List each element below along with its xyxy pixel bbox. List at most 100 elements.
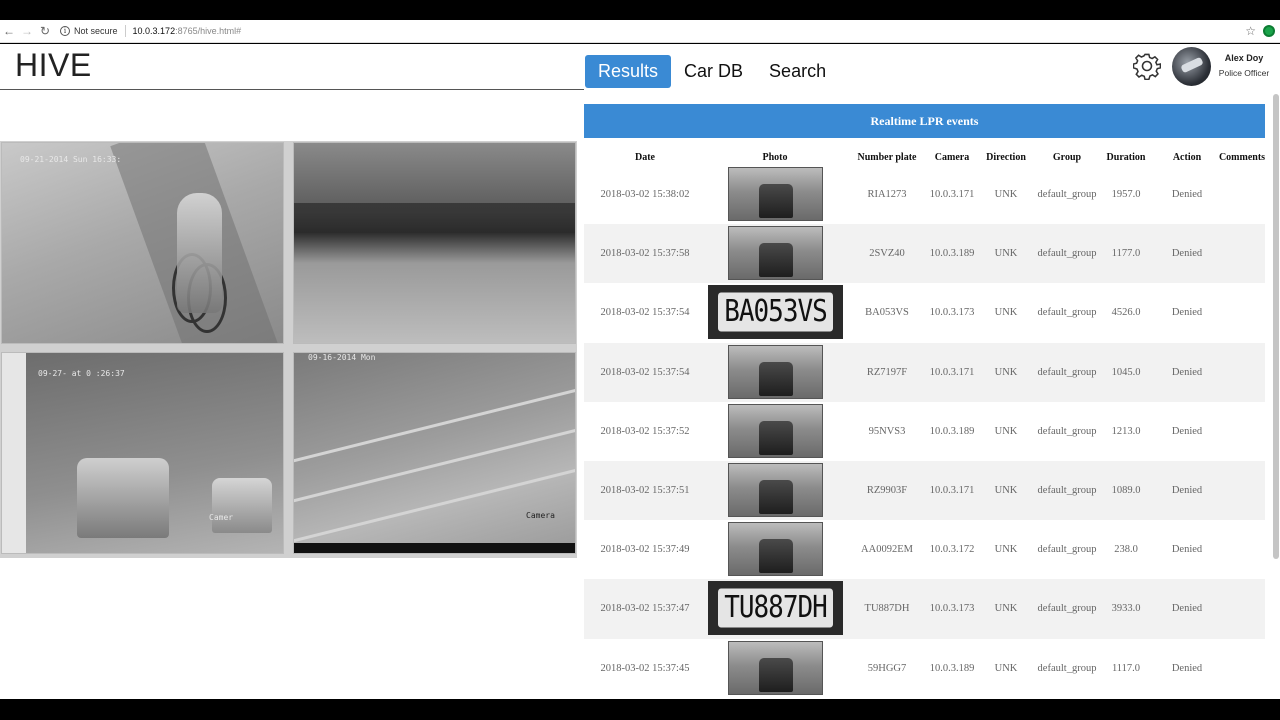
cell-number-plate: TU887DH bbox=[864, 603, 910, 615]
car-photo-thumbnail[interactable] bbox=[728, 522, 823, 577]
col-group[interactable]: Group bbox=[1038, 152, 1096, 163]
cell-direction: UNK bbox=[994, 189, 1018, 200]
table-row[interactable]: 2018-03-02 15:37:52 95NVS3 10.0.3.189 UNK de… bbox=[584, 401, 1268, 461]
cell-action: Denied bbox=[1171, 425, 1203, 437]
cell-number-plate: BA053VS bbox=[865, 307, 909, 319]
col-action[interactable]: Action bbox=[1162, 152, 1212, 163]
cell-action: Denied bbox=[1171, 189, 1203, 200]
cell-action: Denied bbox=[1171, 485, 1203, 496]
cell-action: Denied bbox=[1171, 307, 1203, 319]
table-row[interactable]: 2018-03-02 15:37:47 TU887DH 10.0.3.173 UNK d… bbox=[584, 579, 1265, 639]
cell-group: default_group bbox=[1037, 485, 1097, 496]
page-scrollbar[interactable] bbox=[1273, 94, 1279, 559]
col-camera[interactable]: Camera bbox=[927, 152, 977, 163]
table-row[interactable]: 2018-03-02 15:37:51 RZ9903F 10.0.3.171 UNK d… bbox=[584, 461, 1268, 521]
tab-car-db[interactable]: Car DB bbox=[671, 55, 756, 88]
cell-number-plate: 59HGG7 bbox=[867, 662, 907, 674]
cell-group: default_group bbox=[1037, 425, 1097, 437]
car-photo-thumbnail[interactable] bbox=[728, 640, 823, 695]
col-comments[interactable]: Comments bbox=[1216, 152, 1268, 163]
url-path: :8765/hive.html# bbox=[175, 26, 242, 36]
camera-feed-2[interactable] bbox=[293, 142, 576, 344]
cell-action: Denied bbox=[1171, 248, 1203, 260]
url-host: 10.0.3.172 bbox=[132, 26, 176, 36]
star-icon[interactable]: ☆ bbox=[1245, 24, 1256, 38]
cell-camera: 10.0.3.189 bbox=[929, 248, 975, 260]
address-divider bbox=[124, 25, 126, 37]
cell-comments bbox=[1216, 343, 1268, 402]
table-row[interactable]: 2018-03-02 15:38:02 RIA1273 10.0.3.171 UNK d… bbox=[584, 165, 1268, 225]
security-indicator[interactable]: i Not secure bbox=[60, 26, 118, 36]
info-icon: i bbox=[60, 26, 70, 36]
vehicle-shape bbox=[759, 539, 793, 574]
cell-duration: 1213.0 bbox=[1111, 425, 1141, 437]
cell-group: default_group bbox=[1037, 662, 1097, 674]
cell-comments bbox=[1216, 165, 1268, 224]
url-field[interactable]: 10.0.3.172:8765/hive.html# bbox=[133, 26, 242, 36]
cell-action: Denied bbox=[1171, 366, 1203, 378]
feed-wall bbox=[2, 353, 26, 553]
avatar[interactable] bbox=[1172, 47, 1211, 86]
car-photo-thumbnail[interactable] bbox=[728, 344, 823, 399]
table-row[interactable]: 2018-03-02 15:37:58 2SVZ40 10.0.3.189 UNK de… bbox=[584, 224, 1268, 284]
col-number-plate[interactable]: Number plate bbox=[847, 152, 927, 163]
cell-direction: UNK bbox=[994, 248, 1018, 260]
camera-timestamp: 09-27- at 0 :26:37 bbox=[38, 369, 125, 378]
cell-camera: 10.0.3.171 bbox=[929, 485, 975, 496]
cell-duration: 1089.0 bbox=[1111, 485, 1141, 496]
cell-date: 2018-03-02 15:37:54 bbox=[600, 307, 690, 319]
camera-feed-4[interactable]: 09-16-2014 Mon Camera bbox=[293, 352, 576, 554]
plate-photo-thumbnail[interactable]: BA053VS bbox=[708, 285, 843, 340]
tab-results[interactable]: Results bbox=[585, 55, 672, 88]
cell-comments bbox=[1216, 461, 1268, 520]
col-direction[interactable]: Direction bbox=[982, 152, 1030, 163]
table-row[interactable]: 2018-03-02 15:37:49 AA0092EM 10.0.3.172 UNK… bbox=[584, 520, 1265, 580]
cell-comments bbox=[1216, 283, 1268, 342]
feed-car bbox=[77, 458, 169, 538]
cell-duration: 238.0 bbox=[1114, 544, 1138, 556]
table-row[interactable]: 2018-03-02 15:37:54 BA053VS 10.0.3.173 UNK d… bbox=[584, 283, 1268, 343]
reload-icon[interactable]: ↻ bbox=[36, 22, 54, 40]
cell-duration: 3933.0 bbox=[1111, 603, 1141, 615]
top-letterbox bbox=[0, 0, 1280, 20]
user-info[interactable]: Alex Doy Police Officer bbox=[1214, 53, 1274, 78]
cell-camera: 10.0.3.189 bbox=[929, 662, 975, 674]
camera-feed-1[interactable]: 09-21-2014 Sun 16:33: bbox=[1, 142, 284, 344]
gear-icon[interactable] bbox=[1133, 52, 1161, 80]
cell-camera: 10.0.3.173 bbox=[929, 603, 975, 615]
vehicle-shape bbox=[759, 420, 793, 455]
plate-photo-thumbnail[interactable]: TU887DH bbox=[708, 581, 843, 636]
vehicle-shape bbox=[759, 657, 793, 692]
lane-marking bbox=[294, 383, 575, 466]
col-photo[interactable]: Photo bbox=[730, 152, 820, 163]
table-row[interactable]: 2018-03-02 15:37:45 59HGG7 10.0.3.189 UNK de… bbox=[584, 638, 1265, 698]
main-nav: Results Car DB Search bbox=[585, 55, 839, 88]
vehicle-shape bbox=[759, 480, 793, 514]
car-photo-thumbnail[interactable] bbox=[728, 167, 823, 221]
car-photo-thumbnail[interactable] bbox=[728, 463, 823, 517]
tab-search[interactable]: Search bbox=[756, 55, 839, 88]
plate-photo-text: BA053VS bbox=[718, 292, 833, 332]
lane-marking bbox=[294, 463, 575, 546]
car-photo-thumbnail[interactable] bbox=[728, 403, 823, 458]
back-arrow-icon[interactable]: ← bbox=[0, 22, 18, 40]
cell-comments bbox=[1216, 224, 1268, 283]
plate-photo-text: TU887DH bbox=[718, 588, 833, 628]
extension-icon[interactable] bbox=[1263, 25, 1275, 37]
header-divider bbox=[0, 89, 584, 90]
cell-group: default_group bbox=[1037, 307, 1097, 319]
app-logo: HIVE bbox=[15, 47, 92, 83]
vehicle-shape bbox=[759, 184, 793, 218]
car-photo-thumbnail[interactable] bbox=[728, 226, 823, 281]
cell-comments bbox=[1216, 402, 1268, 461]
cell-date: 2018-03-02 15:37:49 bbox=[600, 544, 690, 556]
vehicle-shape bbox=[759, 243, 793, 278]
col-duration[interactable]: Duration bbox=[1101, 152, 1151, 163]
camera-timestamp: 09-16-2014 Mon bbox=[308, 353, 376, 362]
cell-direction: UNK bbox=[994, 603, 1018, 615]
cell-direction: UNK bbox=[994, 366, 1018, 378]
table-row[interactable]: 2018-03-02 15:37:54 RZ7197F 10.0.3.171 UNK d… bbox=[584, 342, 1268, 402]
forward-arrow-icon[interactable]: → bbox=[18, 22, 36, 40]
camera-feed-3[interactable]: 09-27- at 0 :26:37 Camer bbox=[1, 352, 284, 554]
col-date[interactable]: Date bbox=[600, 152, 690, 163]
